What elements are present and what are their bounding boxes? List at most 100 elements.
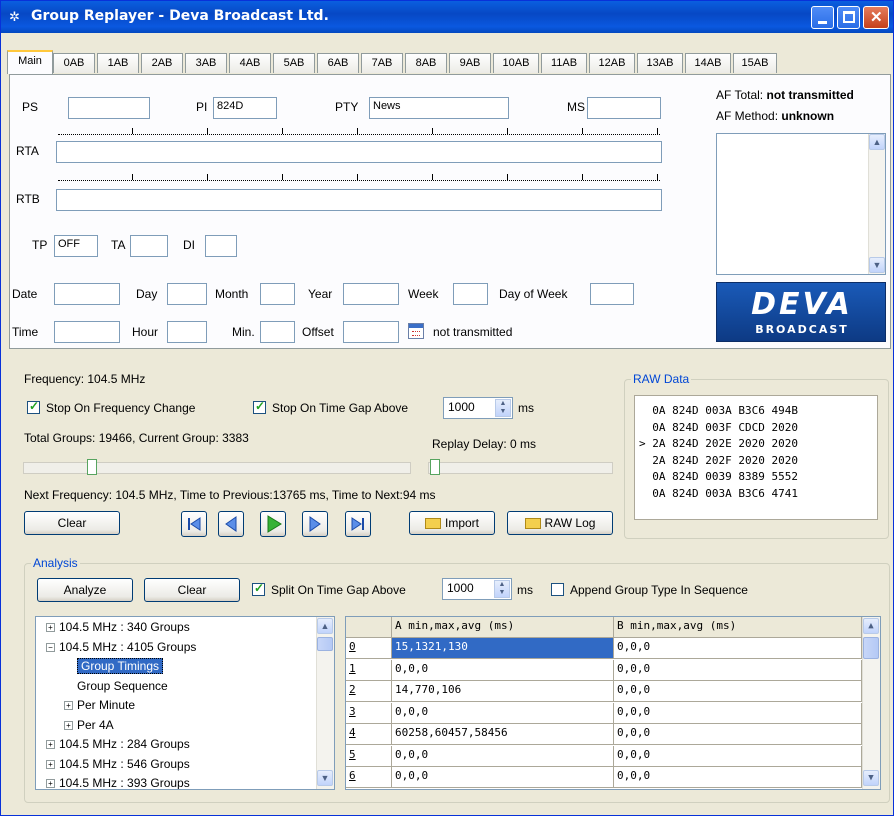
column-header-b[interactable]: B min,max,avg (ms) [614,617,862,638]
tree-item[interactable]: Group Timings [64,658,164,677]
tp-field[interactable]: OFF [54,235,98,257]
table-cell-a[interactable]: 60258,60457,58456 [392,724,614,745]
next-button[interactable] [302,511,328,537]
raw-data-box[interactable]: 0A 824D 003A B3C6 494B 0A 824D 003F CDCD… [634,395,878,520]
tab-6ab[interactable]: 6AB [317,53,359,73]
spin-arrows-icon[interactable]: ▲ ▼ [495,399,511,417]
collapse-icon[interactable]: − [46,642,55,652]
table-cell-a[interactable]: 0,0,0 [392,745,614,767]
column-header-a[interactable]: A min,max,avg (ms) [392,617,614,638]
tree-item[interactable]: +104.5 MHz : 393 Groups [46,776,190,789]
spin-arrows-icon[interactable]: ▲ ▼ [494,580,510,598]
hour-field[interactable] [167,321,207,343]
title-bar[interactable]: ✲ Group Replayer - Deva Broadcast Ltd. ✕ [1,1,893,33]
split-gap-stepper[interactable]: 1000 ▲ ▼ [442,578,512,600]
tab-12ab[interactable]: 12AB [589,53,635,73]
clear-button[interactable]: Clear [24,511,120,535]
stop-freq-checkbox[interactable] [27,399,40,414]
ps-field[interactable] [68,97,150,119]
close-button[interactable]: ✕ [863,6,889,29]
tree-item[interactable]: + Per 4A [64,718,114,736]
tab-4ab[interactable]: 4AB [229,53,271,73]
tab-11ab[interactable]: 11AB [541,53,587,73]
tree-item[interactable]: +104.5 MHz : 546 Groups [46,757,190,775]
table-cell-a[interactable]: 0,0,0 [392,659,614,681]
expand-icon[interactable]: + [64,701,73,711]
rtb-field[interactable] [56,189,662,211]
expand-icon[interactable]: + [46,623,55,633]
table-cell-b[interactable]: 0,0,0 [614,681,862,702]
tab-2ab[interactable]: 2AB [141,53,183,73]
tab-8ab[interactable]: 8AB [405,53,447,73]
tab-7ab[interactable]: 7AB [361,53,403,73]
previous-button[interactable] [218,511,244,537]
tab-3ab[interactable]: 3AB [185,53,227,73]
stop-gap-checkbox[interactable] [253,399,266,414]
tab-0ab[interactable]: 0AB [53,53,95,73]
ms-field[interactable] [587,97,661,119]
append-group-checkbox[interactable] [551,583,564,596]
import-button[interactable]: Import [409,511,495,535]
time-field[interactable] [54,321,120,343]
tab-14ab[interactable]: 14AB [685,53,731,73]
raw-log-button[interactable]: RAW Log [507,511,613,535]
scroll-thumb[interactable] [317,637,333,651]
tab-15ab[interactable]: 15AB [733,53,777,73]
ta-field[interactable] [130,235,168,257]
tree-item[interactable]: +104.5 MHz : 340 Groups [46,620,190,638]
group-position-slider[interactable] [23,457,411,477]
di-field[interactable] [205,235,237,257]
table-cell-b[interactable]: 0,0,0 [614,638,862,659]
timings-table[interactable]: ▲ ▼ A min,max,avg (ms) B min,max,avg (ms)… [345,616,881,790]
expand-icon[interactable]: + [64,720,73,730]
tab-10ab[interactable]: 10AB [493,53,539,73]
tree-item[interactable]: Group Sequence [64,679,168,697]
split-gap-checkbox[interactable] [252,581,265,596]
scroll-up-icon[interactable]: ▲ [869,134,885,150]
slider-thumb[interactable] [87,459,98,475]
slider-thumb[interactable] [430,459,440,475]
analysis-tree[interactable]: ▲ ▼ +104.5 MHz : 340 Groups −104.5 MHz : … [35,616,335,790]
tab-13ab[interactable]: 13AB [637,53,683,73]
af-list-scrollbar[interactable]: ▲ ▼ [868,134,885,274]
play-button[interactable] [260,511,286,537]
table-cell-a[interactable]: 15,1321,130 [392,638,614,659]
tab-5ab[interactable]: 5AB [273,53,315,73]
table-corner-cell[interactable] [346,617,392,638]
table-cell-b[interactable]: 0,0,0 [614,724,862,745]
pi-field[interactable]: 824D [213,97,277,119]
day-field[interactable] [167,283,207,305]
expand-icon[interactable]: + [46,779,55,789]
af-list[interactable]: ▲ ▼ [716,133,886,275]
day-of-week-field[interactable] [590,283,634,305]
pty-field[interactable]: News [369,97,509,119]
table-cell-a[interactable]: 14,770,106 [392,681,614,702]
replay-delay-slider[interactable] [428,457,613,477]
expand-icon[interactable]: + [46,759,55,769]
table-cell-b[interactable]: 0,0,0 [614,767,862,788]
minimize-button[interactable] [811,6,834,29]
row-header[interactable]: 2 [346,681,392,702]
offset-field[interactable] [343,321,399,343]
scroll-down-icon[interactable]: ▼ [869,257,885,273]
tree-item[interactable]: + Per Minute [64,698,135,716]
tree-scrollbar[interactable]: ▲ ▼ [316,617,334,789]
row-header[interactable]: 6 [346,767,392,788]
tree-item[interactable]: −104.5 MHz : 4105 Groups [46,640,196,658]
first-button[interactable] [181,511,207,537]
week-field[interactable] [453,283,488,305]
scroll-up-icon[interactable]: ▲ [863,618,879,634]
scroll-thumb[interactable] [863,637,879,659]
maximize-button[interactable] [837,6,860,29]
table-scrollbar[interactable]: ▲ ▼ [862,617,880,789]
row-header[interactable]: 5 [346,745,392,767]
expand-icon[interactable]: + [46,740,55,750]
table-cell-a[interactable]: 0,0,0 [392,702,614,724]
date-field[interactable] [54,283,120,305]
table-cell-b[interactable]: 0,0,0 [614,745,862,767]
row-header[interactable]: 1 [346,659,392,681]
table-cell-b[interactable]: 0,0,0 [614,659,862,681]
month-field[interactable] [260,283,295,305]
scroll-down-icon[interactable]: ▼ [863,770,879,786]
scroll-down-icon[interactable]: ▼ [317,770,333,786]
